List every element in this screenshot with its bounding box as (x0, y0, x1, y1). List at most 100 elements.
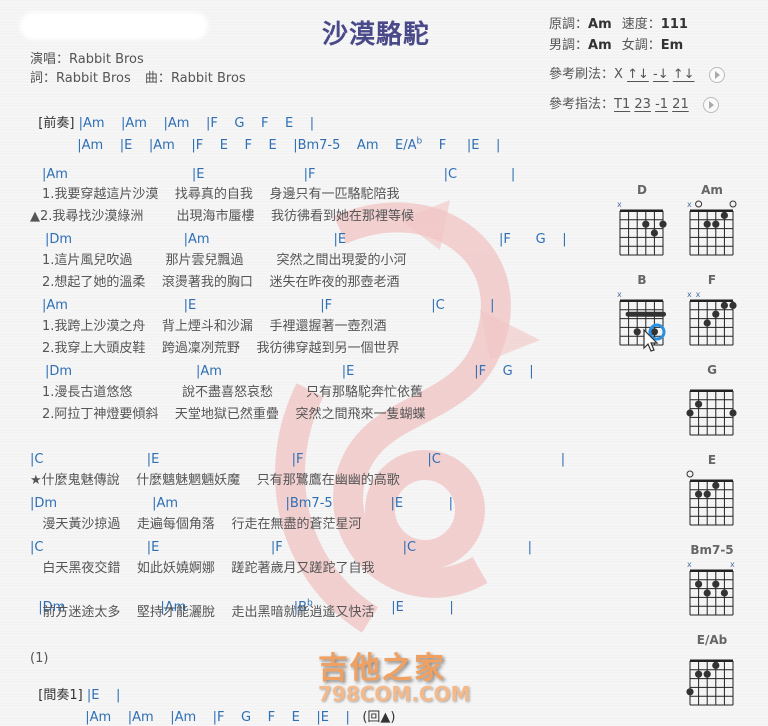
strum-step: ↑↓ (627, 67, 649, 82)
finger-step: T1 (614, 97, 631, 112)
finger-dot (703, 490, 711, 498)
play-finger-icon[interactable] (702, 96, 719, 113)
muted-string-mark: x (687, 560, 692, 569)
song-title: 沙漠駱駝 (322, 20, 431, 50)
ending-marker: (1) (30, 651, 49, 666)
lyricist-label: 詞： (30, 71, 57, 86)
verse-lyric: 1.漫長古道悠悠 說不盡喜怒哀愁 只有那駱駝奔忙依舊 (42, 385, 424, 400)
chorus-lyric: 漫天黃沙掠過 走遍每個角落 行走在無盡的蒼茫星河 (30, 517, 362, 532)
female-key: Em (660, 38, 684, 53)
chord-diagram-am[interactable]: Am x (682, 183, 742, 263)
fretboard-grid (686, 659, 734, 706)
finger-label: 參考指法： (549, 97, 615, 112)
muted-string-mark: x (687, 200, 692, 209)
strum-pattern-line: 參考刷法：X ↑↓ -↓ ↑↓ (549, 63, 725, 83)
chorus-chords: |Dm |Am |Bm7-5 |E | (30, 496, 453, 511)
fretboard-grid (686, 389, 737, 436)
chorus-lyric: 前方迷途太多 堅持才能灑脫 走出黑暗就能逍遙又快活 (30, 605, 375, 620)
fretboard-grid: xx (687, 290, 737, 346)
chord-progression: |Am |E |Am |F E F E |Bm7-5 Am E/A (77, 138, 417, 153)
chord-name: D (637, 183, 647, 197)
verse-lyric: 1.我要穿越這片沙漠 找尋真的自我 身邊只有一匹駱駝陪我 (42, 187, 400, 202)
finger-dot (712, 481, 720, 489)
chord-name: G (707, 363, 717, 377)
finger-dot (712, 580, 720, 588)
redacted-site-logo (20, 12, 208, 40)
finger-dot (686, 409, 694, 417)
chord-diagram-bm7-5[interactable]: Bm7-5 x x (682, 543, 742, 623)
chord-progression: |Am |Am |Am |F G F E |E | (85, 710, 350, 725)
verse-chords: |Am |E |F |C | (42, 167, 516, 182)
finger-dot (703, 670, 711, 678)
verse-chords: |Dm |Am |E |F G | (45, 364, 534, 379)
fretboard-grid (686, 470, 734, 526)
chord-diagram-e[interactable]: E (682, 453, 742, 533)
finger-dot (703, 220, 711, 228)
finger-dot (720, 211, 728, 219)
muted-string-mark: x (617, 200, 622, 209)
finger-dot (712, 310, 720, 318)
finger-step: -1 (655, 97, 669, 112)
credits-line: 詞：Rabbit Bros 曲：Rabbit Bros (30, 67, 246, 86)
finger-dot (686, 688, 694, 696)
finger-dot (703, 319, 711, 327)
finger-dot (659, 220, 667, 228)
verse-lyric: 2.阿拉丁神燈要傾斜 天堂地獄已然重疊 突然之間飛來一隻蝴蝶 (42, 407, 426, 422)
verse-lyric: 2.我穿上大頭皮鞋 跨過凜冽荒野 我彷彿穿越到另一個世界 (42, 341, 400, 356)
intro-line-2: |Am |E |Am |F E F E |Bm7-5 Am E/Ab F |E … (69, 122, 500, 154)
chord-name: E (707, 453, 717, 467)
singer-line: 演唱：Rabbit Bros (30, 48, 144, 67)
tempo-label: 速度： (621, 17, 661, 32)
strum-step: -↓ (653, 67, 669, 82)
verse-chords: |Dm |Am |E |F G | (45, 232, 567, 247)
chord-diagram-e-ab[interactable]: E/Ab (682, 633, 742, 713)
female-key-label: 女調： (621, 38, 661, 53)
finger-dot (695, 670, 703, 678)
finger-dot (695, 580, 703, 588)
chorus-lyric: 白天黑夜交錯 如此妖嬈婀娜 蹉跎著歲月又蹉跎了自我 (30, 561, 375, 576)
verse-lyric: ▲2.我尋找沙漠綠洲 出現海市蜃樓 我彷彿看到她在那裡等候 (30, 209, 414, 224)
chord-diagram-g[interactable]: G (682, 363, 742, 443)
finger-dot (720, 301, 728, 309)
repeat-marker: (回▲) (362, 710, 396, 725)
original-key-label: 原調： (549, 17, 589, 32)
finger-dot (712, 220, 720, 228)
fretboard-grid: x (617, 200, 667, 256)
lyricist-name: Rabbit Bros (56, 71, 131, 86)
original-key: Am (588, 17, 612, 32)
finger-dot (729, 409, 737, 417)
open-string-mark (729, 200, 737, 208)
finger-dot (729, 301, 737, 309)
verse-lyric: 1.我跨上沙漠之舟 背上煙斗和沙漏 手裡還握著一壺烈酒 (42, 319, 387, 334)
composer-name: Rabbit Bros (170, 71, 246, 86)
composer-label: 曲： (144, 71, 171, 86)
strum-step: X (614, 67, 623, 82)
chord-diagram-d[interactable]: Dx (612, 183, 672, 263)
finger-dot (650, 229, 658, 237)
finger-dot (642, 220, 650, 228)
fretboard-grid: xx (687, 560, 735, 616)
muted-string-mark: x (687, 290, 692, 299)
chord-name: Am (701, 183, 723, 197)
watermark-url: 798COM.COM (318, 682, 471, 706)
muted-string-mark: x (617, 290, 622, 299)
chorus-chords: |C |E |F |C | (30, 540, 533, 555)
finger-dot (695, 400, 703, 408)
chord-name: F (707, 273, 717, 287)
gender-key-line: 男調：Am 女調：Em (549, 34, 683, 53)
chorus-lyric: ★什麼鬼魅傳說 什麼魑魅魍魎妖魔 只有那鷺鷹在幽幽的高歌 (30, 473, 400, 488)
play-strum-icon[interactable] (708, 66, 725, 83)
strum-step: ↑↓ (672, 67, 695, 82)
chord-name: E/Ab (696, 633, 728, 647)
muted-string-mark: x (696, 290, 701, 299)
singer-name[interactable]: Rabbit Bros (69, 52, 144, 67)
male-key-label: 男調： (549, 38, 589, 53)
mouse-cursor-icon (643, 323, 666, 352)
verse-lyric: 1.這片風兒吹過 那片雲兒飄過 突然之間出現愛的小河 (42, 253, 407, 268)
singer-label: 演唱： (30, 52, 70, 67)
male-key: Am (588, 38, 612, 53)
chord-diagram-f[interactable]: Fxx (682, 273, 742, 353)
chord-name: B (637, 273, 647, 287)
tempo-value: 111 (660, 17, 688, 32)
open-string-mark (695, 200, 703, 208)
